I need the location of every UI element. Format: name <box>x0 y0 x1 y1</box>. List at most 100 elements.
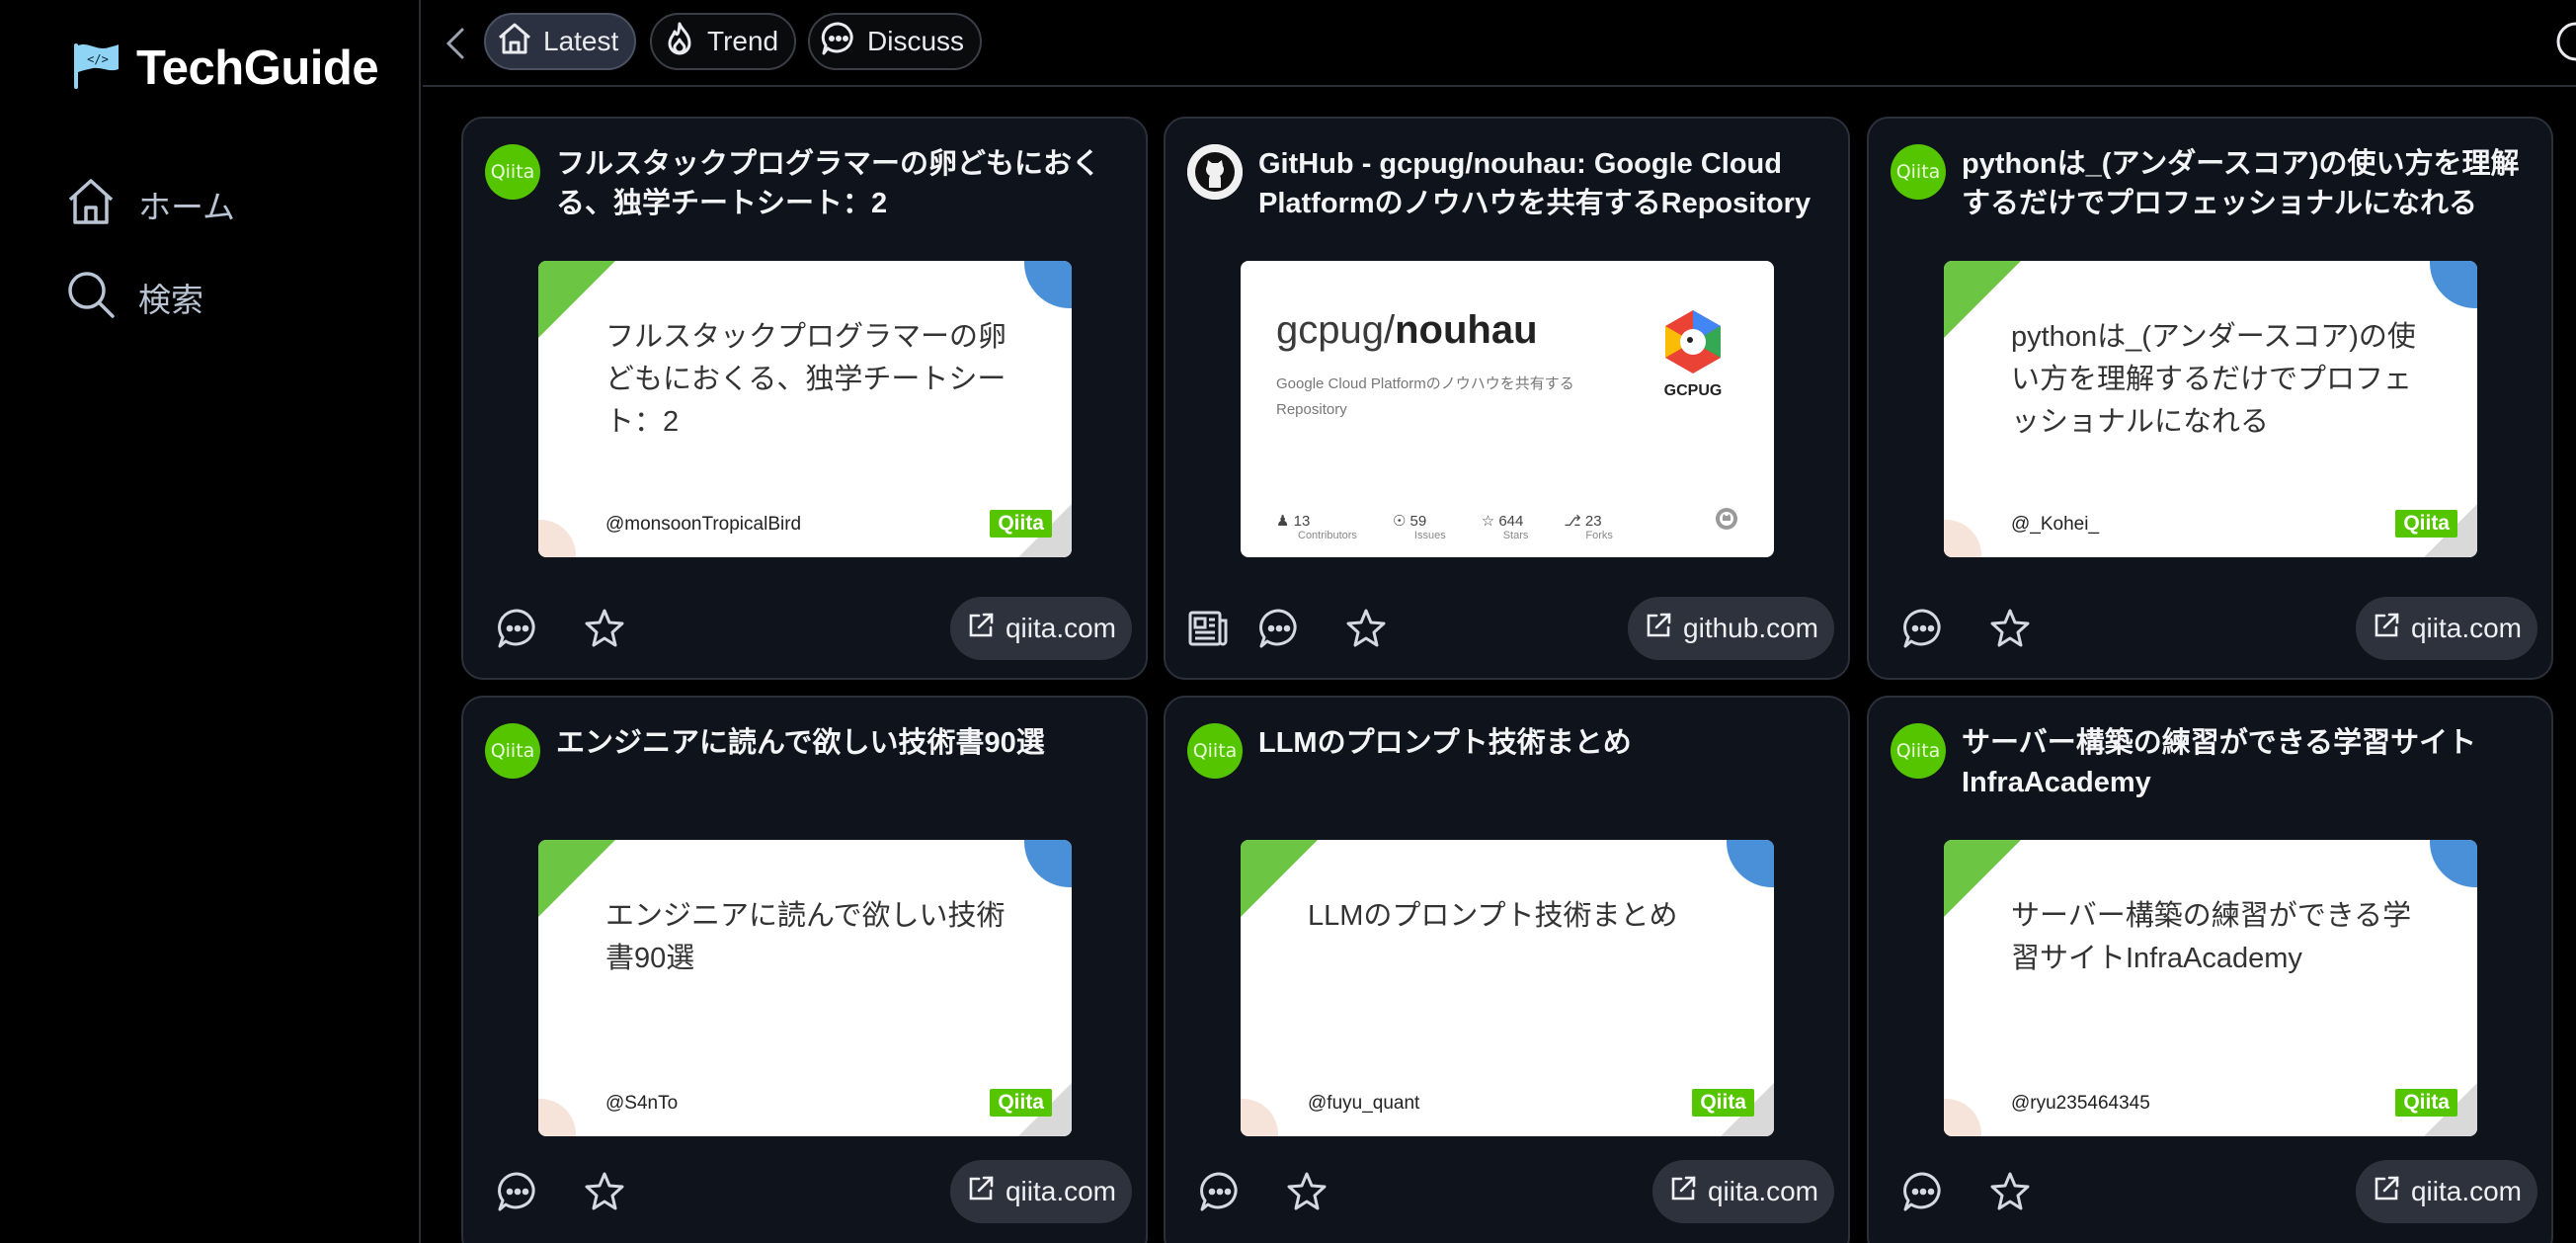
thumb-decoration <box>2430 840 2477 887</box>
source-link-button[interactable]: github.com <box>1628 597 1834 660</box>
comment-icon[interactable] <box>1896 1165 1950 1218</box>
chevron-left-icon[interactable] <box>441 24 470 68</box>
comment-icon[interactable] <box>1193 1165 1247 1218</box>
external-link-icon <box>966 1174 996 1210</box>
source-domain: github.com <box>1683 613 1818 643</box>
svg-text:</>: </> <box>87 52 109 66</box>
card-thumbnail[interactable]: エンジニアに読んで欲しい技術書90選 @S4nTo Qiita <box>538 840 1072 1136</box>
thumbnail-title: フルスタックプログラマーの卵どもにおくる、独学チートシート：2 <box>605 321 1007 438</box>
thumb-decoration <box>1024 261 1072 308</box>
card-thumbnail[interactable]: pythonは_(アンダースコア)の使い方を理解するだけでプロフェッショナルにな… <box>1944 261 2477 557</box>
card-title[interactable]: LLMのプロンプト技術まとめ <box>1258 723 1632 779</box>
thumb-decoration <box>538 840 615 917</box>
star-icon[interactable] <box>1339 602 1393 655</box>
thumbnail-title: エンジニアに読んで欲しい技術書90選 <box>605 900 1006 974</box>
card-thumbnail[interactable]: サーバー構築の練習ができる学習サイトInfraAcademy @ryu23546… <box>1944 840 2477 1136</box>
gcpug-logo: GCPUG <box>1657 306 1729 406</box>
card-title[interactable]: フルスタックプログラマーの卵どもにおくる、独学チートシート：2 <box>556 144 1124 223</box>
tab-label: Discuss <box>867 26 965 56</box>
external-link-icon <box>1644 611 1673 647</box>
card-thumbnail[interactable]: gcpug/nouhau Google Cloud Platformのノウハウを… <box>1241 261 1774 557</box>
card-thumbnail[interactable]: フルスタックプログラマーの卵どもにおくる、独学チートシート：2 @monsoon… <box>538 261 1072 557</box>
thumb-decoration <box>1024 840 1072 887</box>
comment-icon[interactable] <box>491 1165 544 1218</box>
thumb-decoration <box>538 1099 576 1136</box>
repo-stat: ☆ 644 Stars <box>1481 513 1529 541</box>
thumb-decoration <box>1944 1099 1981 1136</box>
sidebar-item-label: ホーム <box>138 188 236 225</box>
comment-icon[interactable] <box>1252 602 1306 655</box>
repo-description: Google Cloud Platformのノウハウを共有するRepositor… <box>1276 375 1574 418</box>
thumb-decoration <box>538 261 615 338</box>
card-title[interactable]: pythonは_(アンダースコア)の使い方を理解するだけでプロフェッショナルにな… <box>1962 144 2530 223</box>
comment-icon[interactable] <box>491 602 544 655</box>
star-icon[interactable] <box>578 602 631 655</box>
brand-name: TechGuide <box>136 41 379 95</box>
tab-latest[interactable]: Latest <box>484 13 637 70</box>
thumb-decoration <box>1241 840 1318 917</box>
qiita-favicon: Qiita <box>485 144 540 200</box>
repo-stats: ♟ 13 Contributors ☉ 59 Issues ☆ 644 Stars ⎇… <box>1276 512 1613 541</box>
thumbnail-author: @ryu235464345 <box>2011 1093 2150 1114</box>
search-icon <box>65 269 117 325</box>
moon-icon[interactable] <box>2546 20 2576 68</box>
source-domain: qiita.com <box>2410 613 2522 643</box>
star-icon[interactable] <box>1280 1165 1333 1218</box>
star-icon[interactable] <box>578 1165 631 1218</box>
thumb-decoration <box>1944 520 1981 557</box>
qiita-favicon: Qiita <box>1891 144 1946 200</box>
thumb-decoration <box>1944 261 2021 338</box>
feed-card[interactable]: Qiita フルスタックプログラマーの卵どもにおくる、独学チートシート：2 フル… <box>461 117 1148 680</box>
card-thumbnail[interactable]: LLMのプロンプト技術まとめ @fuyu_quant Qiita <box>1241 840 1774 1136</box>
github-icon <box>1187 144 1243 200</box>
sidebar-item-home[interactable]: ホーム <box>65 176 235 232</box>
home-icon <box>496 20 533 64</box>
source-link-button[interactable]: qiita.com <box>949 1160 1132 1223</box>
card-title[interactable]: GitHub - gcpug/nouhau: Google Cloud Plat… <box>1258 144 1826 223</box>
thumb-decoration <box>1241 1099 1278 1136</box>
card-title[interactable]: サーバー構築の練習ができる学習サイトInfraAcademy <box>1962 723 2530 802</box>
feed-card[interactable]: Qiita エンジニアに読んで欲しい技術書90選 エンジニアに読んで欲しい技術書… <box>461 696 1148 1243</box>
flame-icon <box>662 20 697 64</box>
card-title[interactable]: エンジニアに読んで欲しい技術書90選 <box>556 723 1045 779</box>
article-icon[interactable] <box>1181 602 1235 655</box>
tab-label: Latest <box>543 26 619 56</box>
brand-logo[interactable]: </> TechGuide <box>69 40 379 96</box>
sidebar: </> TechGuide ホーム 検索 <box>0 0 421 1243</box>
qiita-logo: Qiita <box>2395 1089 2457 1117</box>
tab-label: Trend <box>707 26 779 56</box>
qiita-favicon: Qiita <box>1187 723 1243 779</box>
chat-icon <box>820 20 857 64</box>
tab-discuss[interactable]: Discuss <box>808 13 983 70</box>
repo-stat: ♟ 13 Contributors <box>1276 513 1357 541</box>
source-domain: qiita.com <box>1005 613 1116 643</box>
source-link-button[interactable]: qiita.com <box>1651 1160 1834 1223</box>
github-mark-icon <box>1715 507 1738 536</box>
star-icon[interactable] <box>1983 602 2037 655</box>
source-link-button[interactable]: qiita.com <box>2355 1160 2537 1223</box>
qiita-logo: Qiita <box>2395 510 2457 538</box>
home-icon <box>65 176 117 232</box>
qiita-logo: Qiita <box>990 510 1052 538</box>
comment-icon[interactable] <box>1896 602 1950 655</box>
external-link-icon <box>966 611 996 647</box>
feed-card[interactable]: GitHub - gcpug/nouhau: Google Cloud Plat… <box>1164 117 1850 680</box>
star-icon[interactable] <box>1983 1165 2037 1218</box>
source-link-button[interactable]: qiita.com <box>2355 597 2537 660</box>
feed-card[interactable]: Qiita サーバー構築の練習ができる学習サイトInfraAcademy サーバ… <box>1867 696 2553 1243</box>
external-link-icon <box>2372 611 2401 647</box>
feed-card[interactable]: Qiita LLMのプロンプト技術まとめ LLMのプロンプト技術まとめ @fuy… <box>1164 696 1850 1243</box>
source-link-button[interactable]: qiita.com <box>949 597 1132 660</box>
thumbnail-author: @_Kohei_ <box>2011 514 2100 535</box>
repo-stat: ⎇ 23 Forks <box>1564 513 1613 541</box>
qiita-favicon: Qiita <box>485 723 540 779</box>
thumb-decoration <box>538 520 576 557</box>
thumbnail-author: @fuyu_quant <box>1308 1093 1420 1114</box>
flag-code-icon: </> <box>69 40 122 96</box>
top-bar: Latest Trend Discuss <box>423 0 2576 87</box>
sidebar-item-search[interactable]: 検索 <box>65 269 203 325</box>
source-domain: qiita.com <box>1005 1176 1116 1206</box>
tab-trend[interactable]: Trend <box>650 13 797 70</box>
sidebar-item-label: 検索 <box>138 281 203 318</box>
feed-card[interactable]: Qiita pythonは_(アンダースコア)の使い方を理解するだけでプロフェッ… <box>1867 117 2553 680</box>
